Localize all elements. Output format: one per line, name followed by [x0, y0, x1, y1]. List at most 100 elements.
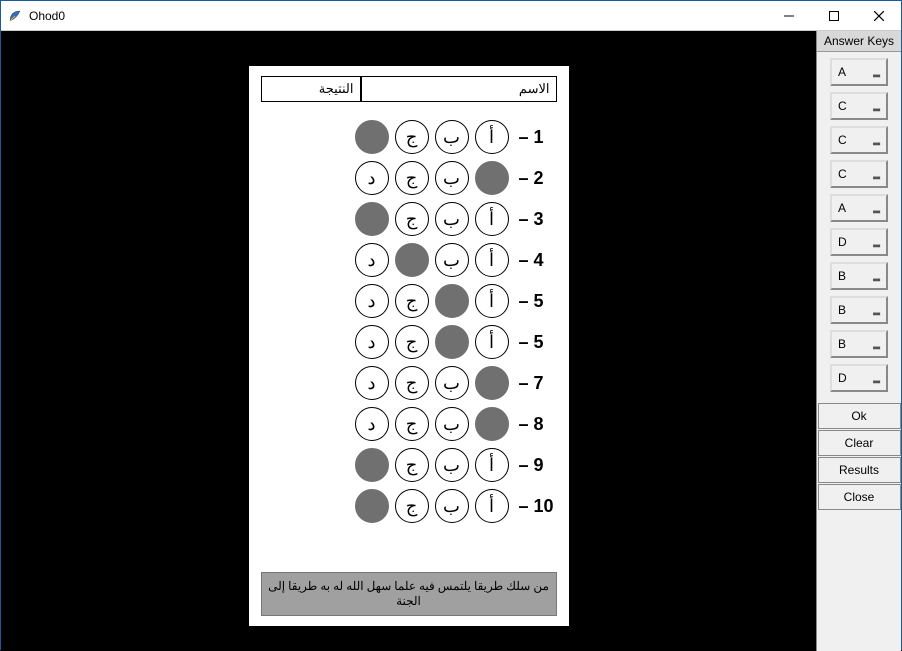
close-window-button[interactable] [856, 1, 901, 30]
maximize-button[interactable] [811, 1, 856, 30]
answer-sheet: النتيجة الاسم دجبأ– 1دجبأ– 2دجبأ– 3دجبأ–… [249, 66, 569, 626]
bubble-option[interactable]: د [355, 202, 389, 236]
bubble-option[interactable]: ج [395, 366, 429, 400]
answer-key-value: C [838, 167, 847, 181]
row-number: – 2 [515, 168, 557, 189]
bubble-option[interactable]: ج [395, 325, 429, 359]
answer-key-value: A [838, 201, 846, 215]
bubble-row: دجبأ – 10 [261, 489, 557, 523]
bubble-option[interactable]: أ [475, 120, 509, 154]
bubble-option[interactable]: أ [475, 448, 509, 482]
bubble-option[interactable]: ج [395, 407, 429, 441]
row-number: – 9 [515, 455, 557, 476]
ok-button[interactable]: Ok [818, 403, 901, 429]
bubble-option[interactable]: د [355, 161, 389, 195]
row-number: – 10 [515, 496, 557, 517]
dropdown-indicator-icon: ▂ [873, 67, 880, 78]
bubble-option[interactable]: أ [475, 407, 509, 441]
bubble-option[interactable]: أ [475, 243, 509, 277]
bubble-row: دجبأ – 1 [261, 120, 557, 154]
bubble-row: دجبأ – 8 [261, 407, 557, 441]
answer-key-value: C [838, 99, 847, 113]
answer-key-value: B [838, 337, 846, 351]
bubble-option[interactable]: ب [435, 120, 469, 154]
bubble-option[interactable]: ج [395, 202, 429, 236]
dropdown-indicator-icon: ▂ [873, 135, 880, 146]
bubble-option[interactable]: د [355, 489, 389, 523]
dropdown-indicator-icon: ▂ [873, 305, 880, 316]
bubble-option[interactable]: ب [435, 284, 469, 318]
bubble-option[interactable]: أ [475, 489, 509, 523]
answer-key-select-7[interactable]: B▂ [830, 262, 888, 290]
answer-key-select-1[interactable]: A▂ [830, 58, 888, 86]
answer-key-select-4[interactable]: C▂ [830, 160, 888, 188]
bubble-option[interactable]: د [355, 284, 389, 318]
answer-key-value: B [838, 269, 846, 283]
row-number: – 7 [515, 373, 557, 394]
dropdown-indicator-icon: ▂ [873, 339, 880, 350]
bubble-option[interactable]: ب [435, 448, 469, 482]
bubble-option[interactable]: ب [435, 243, 469, 277]
row-number: – 5 [515, 332, 557, 353]
answer-keys-panel: Answer Keys A▂C▂C▂C▂A▂D▂B▂B▂B▂D▂ Ok Clea… [816, 31, 901, 651]
bubble-option[interactable]: أ [475, 325, 509, 359]
bubble-option[interactable]: ج [395, 243, 429, 277]
bubble-row: دجبأ – 5 [261, 284, 557, 318]
minimize-button[interactable] [766, 1, 811, 30]
close-button[interactable]: Close [818, 484, 901, 510]
app-icon [7, 8, 23, 24]
bubble-row: دجبأ – 7 [261, 366, 557, 400]
bubble-option[interactable]: د [355, 448, 389, 482]
bubble-option[interactable]: ج [395, 161, 429, 195]
window-title: Ohod0 [29, 9, 65, 23]
bubble-row: دجبأ – 9 [261, 448, 557, 482]
answer-key-select-5[interactable]: A▂ [830, 194, 888, 222]
bubble-option[interactable]: ج [395, 448, 429, 482]
answer-key-value: C [838, 133, 847, 147]
bubble-option[interactable]: ب [435, 161, 469, 195]
name-field: الاسم [361, 76, 557, 102]
row-number: – 3 [515, 209, 557, 230]
bubble-option[interactable]: أ [475, 202, 509, 236]
canvas-area: النتيجة الاسم دجبأ– 1دجبأ– 2دجبأ– 3دجبأ–… [1, 31, 816, 651]
dropdown-indicator-icon: ▂ [873, 237, 880, 248]
row-number: – 5 [515, 291, 557, 312]
row-number: – 4 [515, 250, 557, 271]
dropdown-indicator-icon: ▂ [873, 169, 880, 180]
row-number: – 8 [515, 414, 557, 435]
answer-key-value: D [838, 371, 847, 385]
bubble-option[interactable]: أ [475, 284, 509, 318]
bubble-option[interactable]: ج [395, 489, 429, 523]
bubble-row: دجبأ – 4 [261, 243, 557, 277]
bubble-option[interactable]: د [355, 325, 389, 359]
answer-key-value: B [838, 303, 846, 317]
panel-title: Answer Keys [817, 31, 901, 52]
bubble-option[interactable]: ج [395, 284, 429, 318]
result-field: النتيجة [261, 76, 361, 102]
bubble-option[interactable]: ب [435, 366, 469, 400]
bubble-option[interactable]: ج [395, 120, 429, 154]
answer-key-select-6[interactable]: D▂ [830, 228, 888, 256]
bubble-option[interactable]: د [355, 243, 389, 277]
results-button[interactable]: Results [818, 457, 901, 483]
answer-key-select-10[interactable]: D▂ [830, 364, 888, 392]
answer-key-select-9[interactable]: B▂ [830, 330, 888, 358]
clear-button[interactable]: Clear [818, 430, 901, 456]
answer-key-select-8[interactable]: B▂ [830, 296, 888, 324]
bubble-option[interactable]: ب [435, 407, 469, 441]
bubble-row: دجبأ – 2 [261, 161, 557, 195]
bubble-option[interactable]: د [355, 120, 389, 154]
bubble-option[interactable]: أ [475, 161, 509, 195]
dropdown-indicator-icon: ▂ [873, 271, 880, 282]
bubble-option[interactable]: د [355, 366, 389, 400]
answer-key-select-2[interactable]: C▂ [830, 92, 888, 120]
bubble-option[interactable]: ب [435, 489, 469, 523]
bubble-option[interactable]: ب [435, 325, 469, 359]
bubble-option[interactable]: ب [435, 202, 469, 236]
row-number: – 1 [515, 127, 557, 148]
bubble-option[interactable]: أ [475, 366, 509, 400]
dropdown-indicator-icon: ▂ [873, 373, 880, 384]
bubble-option[interactable]: د [355, 407, 389, 441]
dropdown-indicator-icon: ▂ [873, 203, 880, 214]
answer-key-select-3[interactable]: C▂ [830, 126, 888, 154]
